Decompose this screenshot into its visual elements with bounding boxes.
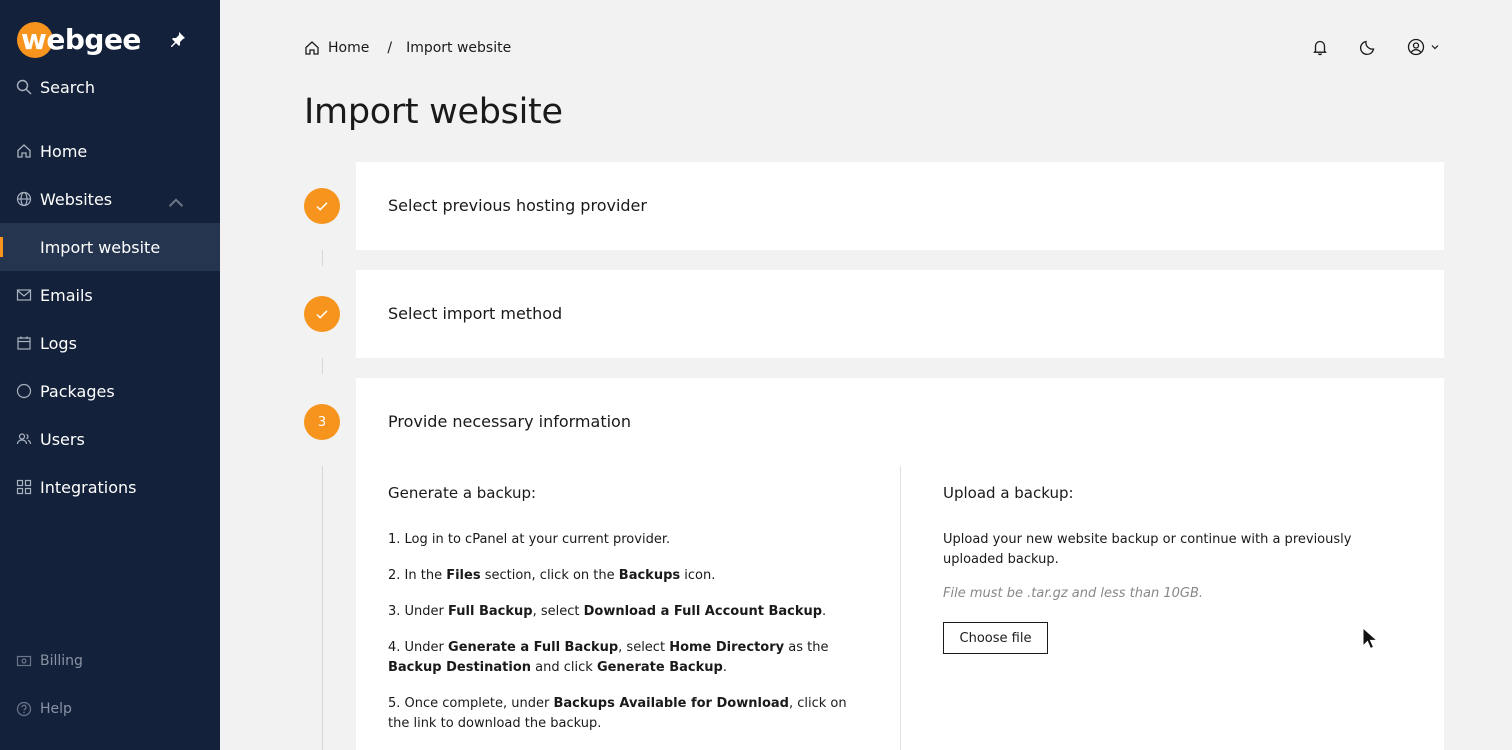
step-3-title: Provide necessary information bbox=[388, 412, 631, 431]
sidebar-item-logs[interactable]: Logs bbox=[0, 319, 220, 367]
sidebar-item-label: Integrations bbox=[40, 477, 137, 497]
step-1-title: Select previous hosting provider bbox=[388, 196, 647, 215]
step-3-number: 3 bbox=[304, 404, 340, 440]
sidebar: webgee Search Home Websites Import websi… bbox=[0, 0, 220, 750]
user-circle-icon[interactable] bbox=[1407, 38, 1441, 56]
instruction-step: 3. Under Full Backup, select Download a … bbox=[388, 604, 827, 619]
step-2-done-indicator bbox=[304, 296, 340, 332]
sidebar-item-label: Import website bbox=[40, 237, 161, 257]
upload-hint: File must be .tar.gz and less than 10GB. bbox=[943, 586, 1204, 601]
sidebar-item-help[interactable]: Help bbox=[0, 685, 220, 733]
sidebar-search[interactable]: Search bbox=[0, 63, 220, 111]
check-icon bbox=[316, 310, 328, 319]
sidebar-item-emails[interactable]: Emails bbox=[0, 271, 220, 319]
step-connector bbox=[322, 466, 323, 750]
sidebar-item-billing[interactable]: Billing bbox=[0, 637, 220, 685]
step-2-title: Select import method bbox=[388, 304, 563, 323]
choose-file-button[interactable]: Choose file bbox=[943, 622, 1048, 654]
users-icon bbox=[16, 433, 32, 445]
grid-icon bbox=[16, 479, 32, 495]
generate-backup-title: Generate a backup: bbox=[388, 484, 537, 502]
bell-icon[interactable] bbox=[1311, 38, 1329, 56]
search-label: Search bbox=[40, 77, 95, 97]
home-icon bbox=[17, 144, 31, 158]
sidebar-item-label: Users bbox=[40, 429, 85, 449]
pin-icon[interactable] bbox=[170, 31, 186, 47]
instruction-step: 4. Under Generate a Full Backup, select … bbox=[388, 640, 829, 675]
sidebar-item-label: Help bbox=[40, 701, 72, 717]
instruction-step: 5. Once complete, under Backups Availabl… bbox=[388, 696, 847, 731]
upload-description: Upload your new website backup or contin… bbox=[943, 532, 1352, 567]
moon-icon[interactable] bbox=[1359, 38, 1377, 56]
breadcrumb-separator: / bbox=[387, 40, 393, 56]
column-divider bbox=[900, 466, 901, 750]
breadcrumb: Home / Import website bbox=[304, 38, 511, 58]
instruction-step: 2. In the Files section, click on the Ba… bbox=[388, 568, 716, 583]
step-1-card[interactable]: Select previous hosting provider bbox=[356, 162, 1444, 250]
chevron-up-icon[interactable] bbox=[168, 195, 184, 211]
search-icon bbox=[16, 79, 32, 95]
globe-icon bbox=[16, 191, 32, 207]
logo-text: webgee bbox=[21, 23, 141, 56]
instruction-step: 1. Log in to cPanel at your current prov… bbox=[388, 532, 671, 547]
mail-icon bbox=[16, 289, 32, 301]
sidebar-item-websites[interactable]: Websites bbox=[0, 175, 220, 223]
step-3-card: Provide necessary information Generate a… bbox=[356, 378, 1444, 750]
sidebar-item-label: Billing bbox=[40, 653, 83, 669]
logo[interactable]: webgee bbox=[17, 21, 141, 59]
sidebar-item-home[interactable]: Home bbox=[0, 127, 220, 175]
help-icon bbox=[16, 701, 32, 717]
check-icon bbox=[316, 202, 328, 211]
home-icon[interactable] bbox=[304, 40, 320, 56]
sidebar-item-integrations[interactable]: Integrations bbox=[0, 463, 220, 511]
sidebar-item-label: Packages bbox=[40, 381, 115, 401]
billing-icon bbox=[16, 655, 32, 667]
calendar-icon bbox=[17, 336, 31, 350]
step-2-card[interactable]: Select import method bbox=[356, 270, 1444, 358]
step-connector bbox=[322, 358, 323, 374]
sidebar-item-label: Logs bbox=[40, 333, 77, 353]
breadcrumb-current: Import website bbox=[406, 40, 512, 56]
package-icon bbox=[16, 383, 32, 399]
breadcrumb-home[interactable]: Home bbox=[328, 40, 369, 56]
sidebar-item-import-website[interactable]: Import website bbox=[0, 223, 220, 271]
step-connector bbox=[322, 250, 323, 266]
upload-backup-title: Upload a backup: bbox=[943, 484, 1074, 502]
sidebar-item-label: Home bbox=[40, 141, 88, 161]
sidebar-item-label: Emails bbox=[40, 285, 93, 305]
page-title: Import website bbox=[304, 92, 563, 132]
cursor-icon bbox=[1362, 627, 1379, 650]
sidebar-item-packages[interactable]: Packages bbox=[0, 367, 220, 415]
sidebar-item-label: Websites bbox=[40, 189, 113, 209]
sidebar-item-users[interactable]: Users bbox=[0, 415, 220, 463]
step-1-done-indicator bbox=[304, 188, 340, 224]
